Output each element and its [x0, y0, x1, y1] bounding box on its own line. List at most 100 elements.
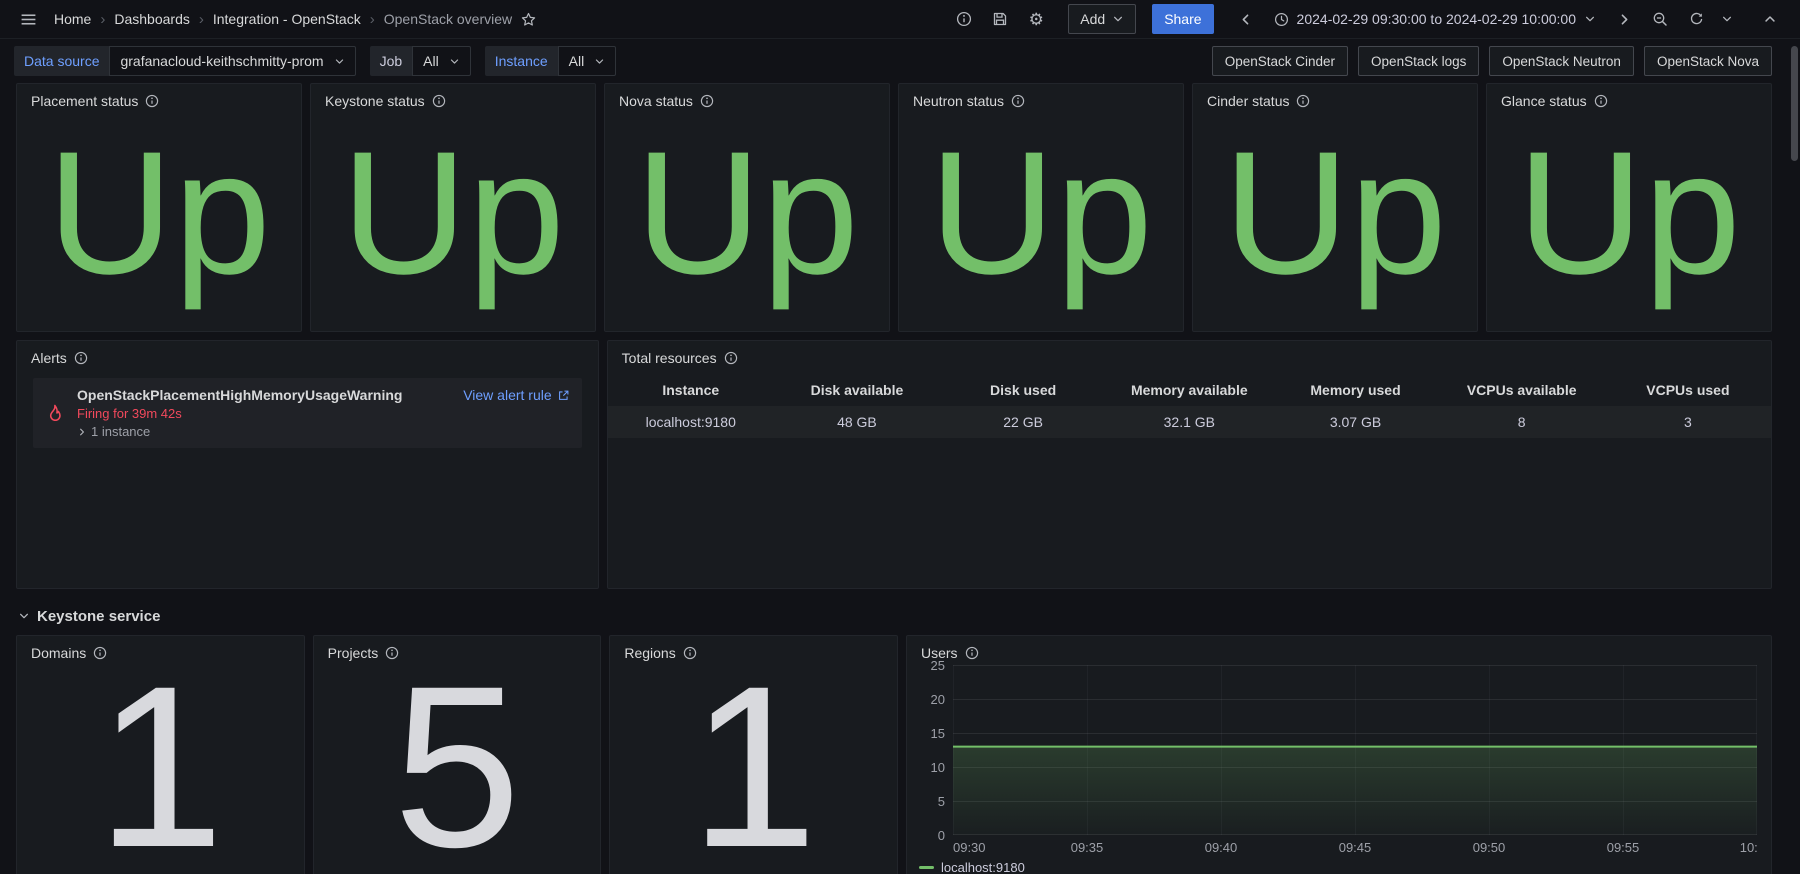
- clock-icon: [1274, 12, 1289, 27]
- breadcrumb-dashboards[interactable]: Dashboards: [114, 11, 190, 27]
- link-openstack-logs[interactable]: OpenStack logs: [1358, 46, 1479, 76]
- users-chart: 0510152025 09:3009:3509:4009:4509:5009:5…: [917, 665, 1757, 874]
- chevron-right-icon: [77, 427, 87, 437]
- panel-keystone-status: Keystone status Up: [310, 83, 596, 332]
- table-row: localhost:9180 48 GB 22 GB 32.1 GB 3.07 …: [608, 406, 1771, 438]
- collapse-top-bar-button[interactable]: [1754, 3, 1786, 35]
- resources-table-header-row: Instance Disk available Disk used Memory…: [608, 374, 1771, 406]
- breadcrumb-home[interactable]: Home: [54, 11, 91, 27]
- panel-title: Alerts: [31, 350, 67, 366]
- link-openstack-nova[interactable]: OpenStack Nova: [1644, 46, 1772, 76]
- save-dashboard-button[interactable]: [984, 3, 1016, 35]
- link-openstack-neutron[interactable]: OpenStack Neutron: [1489, 46, 1634, 76]
- panel-title: Regions: [624, 645, 675, 661]
- chevron-down-icon: [1584, 13, 1596, 25]
- cell-memory-used: 3.07 GB: [1272, 406, 1438, 438]
- stat-value: 1: [610, 663, 897, 874]
- column-header[interactable]: Memory used: [1272, 374, 1438, 406]
- column-header[interactable]: Disk used: [940, 374, 1106, 406]
- hamburger-icon: [20, 11, 37, 28]
- scrollbar-thumb[interactable]: [1791, 46, 1798, 161]
- alert-instances-toggle[interactable]: 1 instance: [77, 424, 570, 439]
- share-button-label: Share: [1164, 11, 1201, 27]
- panel-neutron-status: Neutron status Up: [898, 83, 1184, 332]
- add-button[interactable]: Add: [1068, 4, 1136, 34]
- chevron-down-icon: [18, 610, 30, 622]
- view-alert-rule-link[interactable]: View alert rule: [463, 387, 569, 403]
- row-keystone-service-toggle[interactable]: Keystone service: [16, 597, 1772, 635]
- scrollbar[interactable]: [1791, 0, 1798, 874]
- dashboard-insights-button[interactable]: [948, 3, 980, 35]
- info-icon[interactable]: [1296, 94, 1310, 108]
- panel-title: Neutron status: [913, 93, 1004, 109]
- status-value: Up: [1487, 111, 1771, 331]
- status-value: Up: [311, 111, 595, 331]
- column-header[interactable]: VCPUs used: [1605, 374, 1771, 406]
- users-chart-plot[interactable]: [953, 665, 1757, 835]
- cell-vcpus-used: 3: [1605, 406, 1771, 438]
- menu-toggle-button[interactable]: [12, 3, 44, 35]
- info-icon[interactable]: [1011, 94, 1025, 108]
- panel-nova-status: Nova status Up: [604, 83, 890, 332]
- time-shift-back-button[interactable]: [1230, 3, 1262, 35]
- legend-series-swatch: [919, 866, 934, 869]
- chevron-down-icon: [594, 56, 605, 67]
- cell-disk-used: 22 GB: [940, 406, 1106, 438]
- variable-datasource-select[interactable]: grafanacloud-keithschmitty-prom: [109, 46, 355, 76]
- breadcrumb: Home › Dashboards › Integration - OpenSt…: [54, 11, 512, 28]
- variable-instance-value: All: [569, 53, 585, 69]
- breadcrumb-separator-icon: ›: [370, 11, 375, 28]
- chevron-down-icon: [334, 56, 345, 67]
- info-icon[interactable]: [724, 351, 738, 365]
- chevron-down-icon: [1112, 13, 1124, 25]
- chevron-down-icon: [449, 56, 460, 67]
- breadcrumb-folder[interactable]: Integration - OpenStack: [213, 11, 361, 27]
- legend-series-label[interactable]: localhost:9180: [941, 860, 1025, 874]
- panel-title: Placement status: [31, 93, 138, 109]
- time-range-picker[interactable]: 2024-02-29 09:30:00 to 2024-02-29 10:00:…: [1266, 4, 1604, 34]
- chevron-up-icon: [1763, 12, 1777, 26]
- dashboard-settings-button[interactable]: ⚙: [1020, 3, 1052, 35]
- panel-title: Nova status: [619, 93, 693, 109]
- link-openstack-cinder[interactable]: OpenStack Cinder: [1212, 46, 1348, 76]
- middle-panel-row: Alerts OpenStackPlacementHighMemoryUsage…: [16, 340, 1772, 589]
- stat-value: 1: [17, 663, 304, 874]
- info-icon[interactable]: [1594, 94, 1608, 108]
- breadcrumb-current: OpenStack overview: [384, 11, 512, 27]
- column-header[interactable]: Disk available: [774, 374, 940, 406]
- refresh-button[interactable]: [1680, 3, 1712, 35]
- panel-title: Total resources: [622, 350, 717, 366]
- chevron-down-icon: [1721, 13, 1733, 25]
- refresh-interval-dropdown[interactable]: [1716, 3, 1738, 35]
- cell-disk-available: 48 GB: [774, 406, 940, 438]
- column-header[interactable]: VCPUs available: [1439, 374, 1605, 406]
- add-button-label: Add: [1080, 11, 1105, 27]
- variable-instance-select[interactable]: All: [558, 46, 617, 76]
- zoom-out-time-button[interactable]: [1644, 3, 1676, 35]
- panel-cinder-status: Cinder status Up: [1192, 83, 1478, 332]
- time-range-label: 2024-02-29 09:30:00 to 2024-02-29 10:00:…: [1297, 11, 1576, 27]
- variable-instance: Instance All: [485, 46, 617, 76]
- info-icon[interactable]: [432, 94, 446, 108]
- variable-job-select[interactable]: All: [412, 46, 471, 76]
- column-header[interactable]: Instance: [608, 374, 774, 406]
- time-shift-forward-button[interactable]: [1608, 3, 1640, 35]
- stat-value: 5: [314, 663, 601, 874]
- chevron-right-icon: [1617, 12, 1632, 27]
- users-chart-legend: localhost:9180: [917, 855, 1757, 874]
- alert-name: OpenStackPlacementHighMemoryUsageWarning: [77, 387, 402, 403]
- panel-title: Cinder status: [1207, 93, 1289, 109]
- dashboard-links: OpenStack Cinder OpenStack logs OpenStac…: [1212, 46, 1772, 76]
- variable-instance-label: Instance: [485, 46, 558, 76]
- cell-memory-available: 32.1 GB: [1106, 406, 1272, 438]
- cell-instance: localhost:9180: [608, 406, 774, 438]
- info-icon[interactable]: [145, 94, 159, 108]
- grafana-app: Home › Dashboards › Integration - OpenSt…: [0, 0, 1800, 874]
- share-button[interactable]: Share: [1152, 4, 1213, 34]
- info-icon[interactable]: [965, 646, 979, 660]
- info-icon[interactable]: [700, 94, 714, 108]
- chevron-left-icon: [1238, 12, 1253, 27]
- info-icon[interactable]: [74, 351, 88, 365]
- column-header[interactable]: Memory available: [1106, 374, 1272, 406]
- favorite-star-button[interactable]: [512, 3, 544, 35]
